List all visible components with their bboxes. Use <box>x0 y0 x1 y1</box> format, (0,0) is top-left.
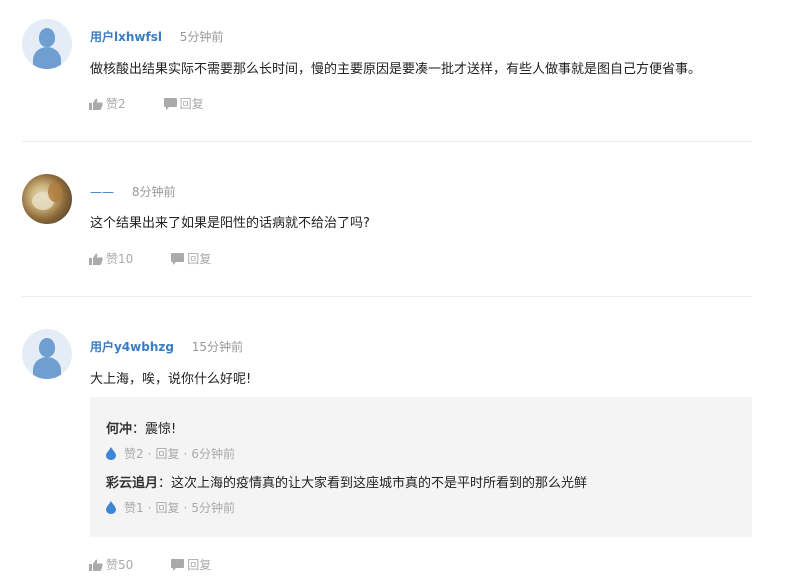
reply-reply-button[interactable]: 回复 <box>155 445 179 462</box>
reply-item: 彩云追月：这次上海的疫情真的让大家看到这座城市真的不是平时所看到的那么光鲜 <box>106 472 587 491</box>
reply-like-count[interactable]: 赞1 <box>124 499 144 516</box>
reply-content: 这次上海的疫情真的让大家看到这座城市真的不是平时所看到的那么光鲜 <box>171 476 588 491</box>
reply-item: 何冲：震惊! <box>106 418 176 437</box>
comment-username[interactable]: 用户lxhwfsl <box>90 30 162 44</box>
reply-username[interactable]: 彩云追月 <box>106 476 158 491</box>
dot-separator: · <box>183 446 188 461</box>
comment-username[interactable]: 用户y4wbhzg <box>90 340 174 354</box>
comment-meta: 用户y4wbhzg 15分钟前 <box>90 338 243 355</box>
comment-content: 这个结果出来了如果是阳性的话病就不给治了吗? <box>90 216 370 231</box>
reply-meta: 赞1 · 回复 · 5分钟前 <box>106 499 235 516</box>
comment-actions: 赞10 回复 <box>89 250 249 267</box>
comment-time: 15分钟前 <box>191 340 244 354</box>
thumbs-up-icon <box>89 253 103 265</box>
comment-actions: 赞50 回复 <box>89 556 249 573</box>
reply-like-count[interactable]: 赞2 <box>124 445 144 462</box>
reply-reply-button[interactable]: 回复 <box>155 499 179 516</box>
like-button[interactable]: 赞10 <box>89 250 133 267</box>
comment-time: 5分钟前 <box>179 30 224 44</box>
comment-time: 8分钟前 <box>131 185 176 199</box>
reply-label: 回复 <box>187 252 212 266</box>
comment-meta: —— 8分钟前 <box>90 183 175 200</box>
user-avatar-icon[interactable] <box>22 329 72 379</box>
divider <box>22 296 752 297</box>
like-count: 赞50 <box>106 558 134 572</box>
reply-label: 回复 <box>179 97 204 111</box>
reply-thread: 何冲：震惊! 赞2 · 回复 · 6分钟前 彩云追月：这次上海的疫情真的让大家看… <box>90 397 752 537</box>
comment-content: 大上海，唉，说你什么好呢! <box>90 372 252 387</box>
reply-meta: 赞2 · 回复 · 6分钟前 <box>106 445 235 462</box>
thumbs-up-icon <box>89 98 103 110</box>
like-button[interactable]: 赞50 <box>89 556 133 573</box>
thumbs-up-icon <box>89 559 103 571</box>
comment-actions: 赞2 回复 <box>89 95 242 112</box>
reply-label: 回复 <box>187 558 212 572</box>
user-avatar-icon[interactable] <box>22 174 72 224</box>
user-avatar-icon[interactable] <box>22 19 72 69</box>
reply-separator: ： <box>158 476 172 491</box>
reply-username[interactable]: 何冲 <box>106 422 132 437</box>
dot-separator: · <box>147 500 152 515</box>
reply-button[interactable]: 回复 <box>171 556 211 573</box>
speech-bubble-icon <box>171 558 185 571</box>
speech-bubble-icon <box>171 252 185 265</box>
water-drop-icon[interactable] <box>106 501 116 514</box>
comment-content: 做核酸出结果实际不需要那么长时间，慢的主要原因是要凑一批才送样，有些人做事就是图… <box>90 62 702 77</box>
water-drop-icon[interactable] <box>106 447 116 460</box>
reply-button[interactable]: 回复 <box>171 250 211 267</box>
divider <box>22 141 752 142</box>
like-button[interactable]: 赞2 <box>89 95 126 112</box>
like-count: 赞2 <box>106 97 126 111</box>
speech-bubble-icon <box>163 97 177 110</box>
comment-meta: 用户lxhwfsl 5分钟前 <box>90 28 223 45</box>
like-count: 赞10 <box>106 252 134 266</box>
reply-separator: ： <box>132 422 146 437</box>
reply-time: 6分钟前 <box>191 447 235 461</box>
reply-content: 震惊! <box>145 422 177 437</box>
reply-time: 5分钟前 <box>191 501 235 515</box>
dot-separator: · <box>147 446 152 461</box>
reply-button[interactable]: 回复 <box>163 95 204 112</box>
comment-username[interactable]: —— <box>90 185 114 199</box>
dot-separator: · <box>183 500 188 515</box>
